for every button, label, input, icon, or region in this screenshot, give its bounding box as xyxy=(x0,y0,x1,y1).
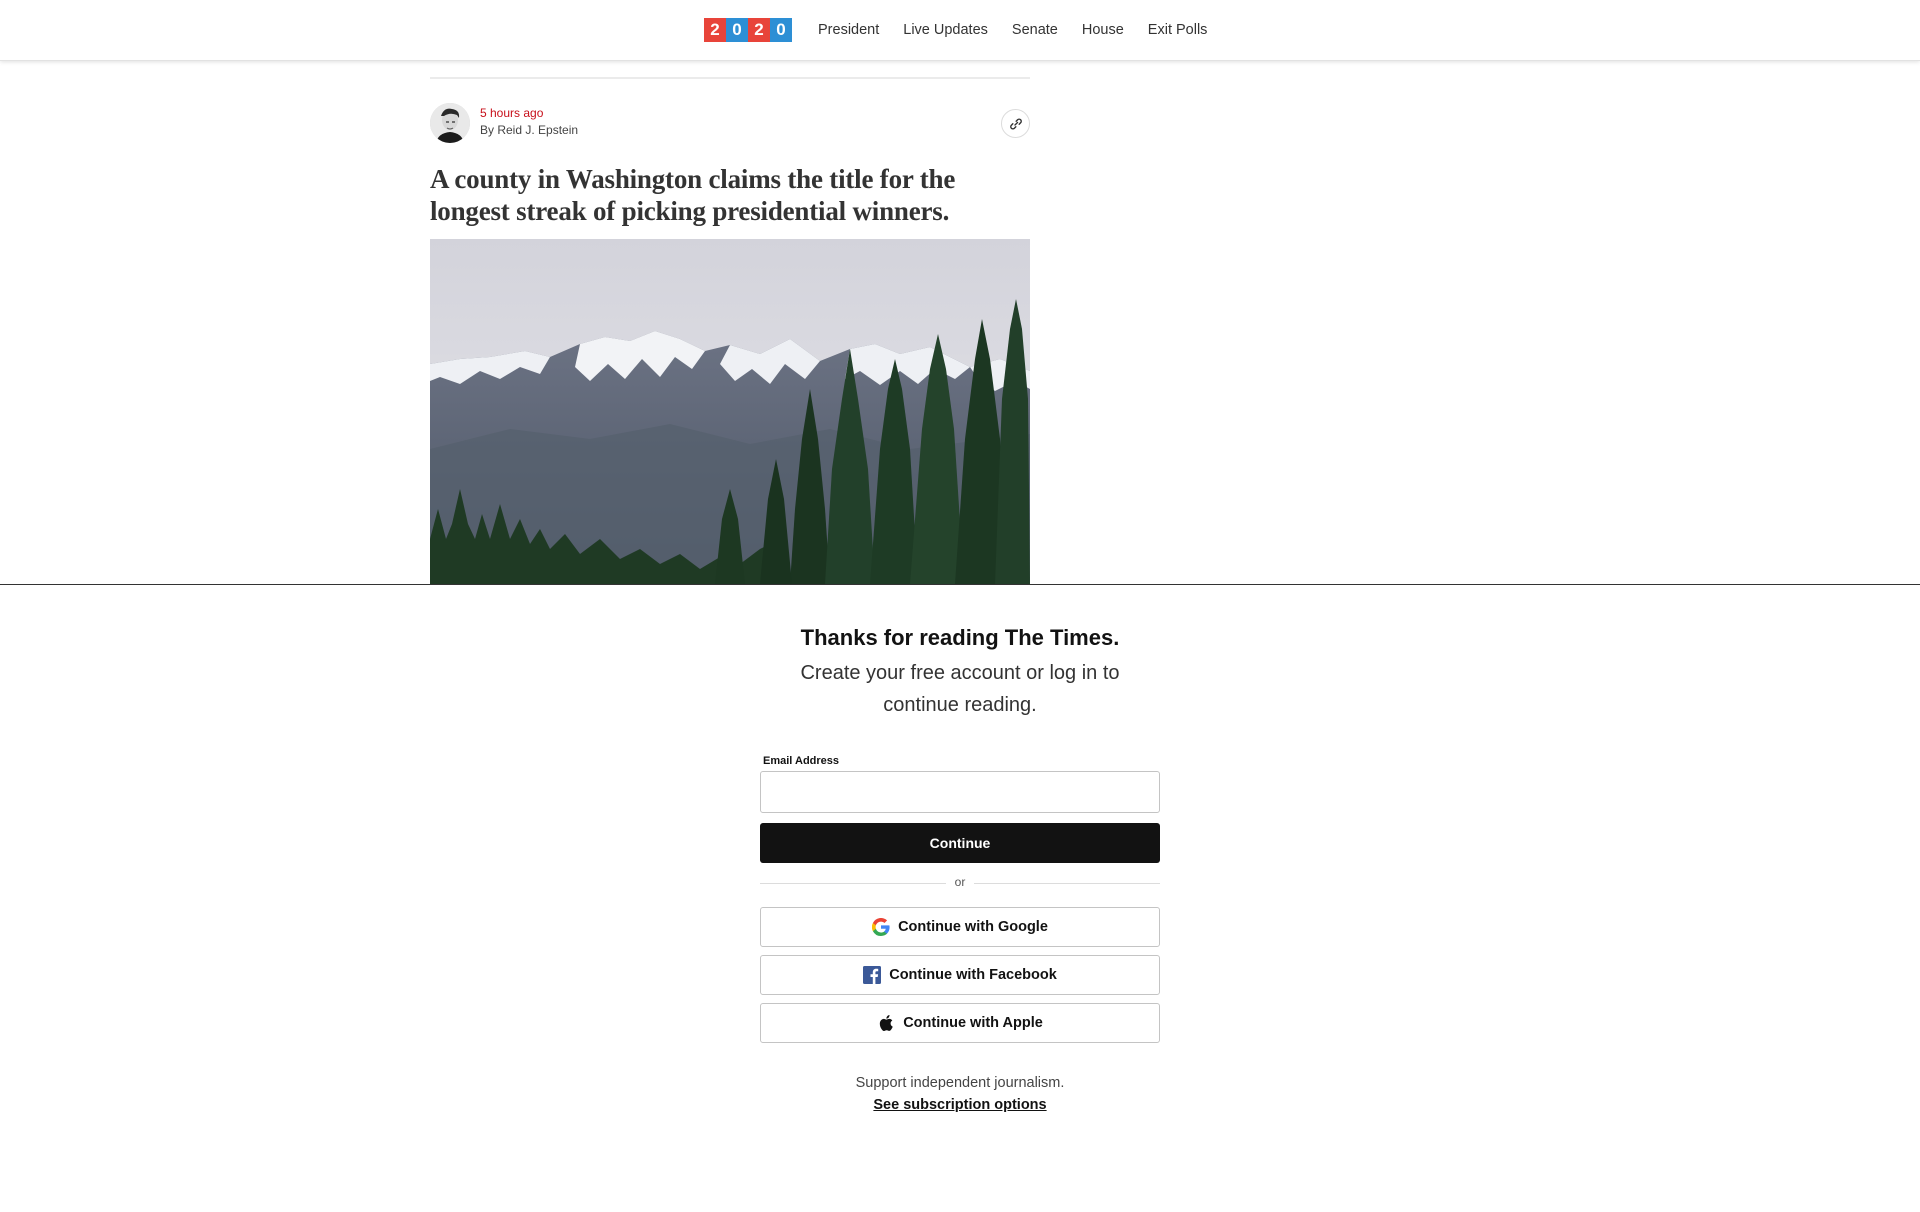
top-navigation: 2 0 2 0 President Live Updates Senate Ho… xyxy=(0,0,1920,61)
google-icon xyxy=(872,918,890,936)
nav-link-senate[interactable]: Senate xyxy=(1012,22,1058,38)
subscription-options-link-row: See subscription options xyxy=(0,1097,1920,1113)
nav-link-house[interactable]: House xyxy=(1082,22,1124,38)
divider-line xyxy=(974,883,1160,884)
nav-inner: 2 0 2 0 President Live Updates Senate Ho… xyxy=(704,18,1231,42)
logo-digit: 0 xyxy=(726,18,748,42)
link-icon xyxy=(1009,118,1022,129)
continue-with-google-button[interactable]: Continue with Google xyxy=(760,907,1160,947)
logo-digit: 2 xyxy=(748,18,770,42)
or-text: or xyxy=(954,875,966,889)
support-text: Support independent journalism. xyxy=(855,1075,1065,1091)
author-avatar[interactable] xyxy=(430,103,470,143)
article-meta: 5 hours ago By Reid J. Epstein xyxy=(430,79,1030,163)
apple-icon xyxy=(877,1014,895,1032)
or-divider: or xyxy=(760,875,1160,891)
copy-link-button[interactable] xyxy=(1001,109,1030,138)
article-headline[interactable]: A county in Washington claims the title … xyxy=(430,163,1030,227)
email-input[interactable] xyxy=(760,771,1160,813)
nav-link-exit-polls[interactable]: Exit Polls xyxy=(1148,22,1208,38)
article-card: 5 hours ago By Reid J. Epstein A county … xyxy=(430,77,1030,584)
continue-with-apple-button[interactable]: Continue with Apple xyxy=(760,1003,1160,1043)
paywall-title: Thanks for reading The Times. xyxy=(800,625,1120,650)
subscription-options-link[interactable]: See subscription options xyxy=(873,1097,1046,1113)
election-2020-logo[interactable]: 2 0 2 0 xyxy=(704,18,792,42)
nav-link-live-updates[interactable]: Live Updates xyxy=(903,22,988,38)
logo-digit: 0 xyxy=(770,18,792,42)
registration-wall: Thanks for reading The Times. Create you… xyxy=(0,584,1920,1212)
continue-button[interactable]: Continue xyxy=(760,823,1160,863)
nav-link-president[interactable]: President xyxy=(818,22,879,38)
article-photo[interactable] xyxy=(430,239,1030,584)
google-button-label: Continue with Google xyxy=(898,919,1048,935)
logo-digit: 2 xyxy=(704,18,726,42)
byline: By Reid J. Epstein xyxy=(480,123,579,137)
apple-button-label: Continue with Apple xyxy=(903,1015,1043,1031)
paywall-subtitle: Create your free account or log in to co… xyxy=(800,662,1120,716)
facebook-icon xyxy=(863,966,882,984)
facebook-button-label: Continue with Facebook xyxy=(889,967,1057,983)
timestamp: 5 hours ago xyxy=(480,106,544,120)
email-label: Email Address xyxy=(763,755,840,767)
continue-with-facebook-button[interactable]: Continue with Facebook xyxy=(760,955,1160,995)
